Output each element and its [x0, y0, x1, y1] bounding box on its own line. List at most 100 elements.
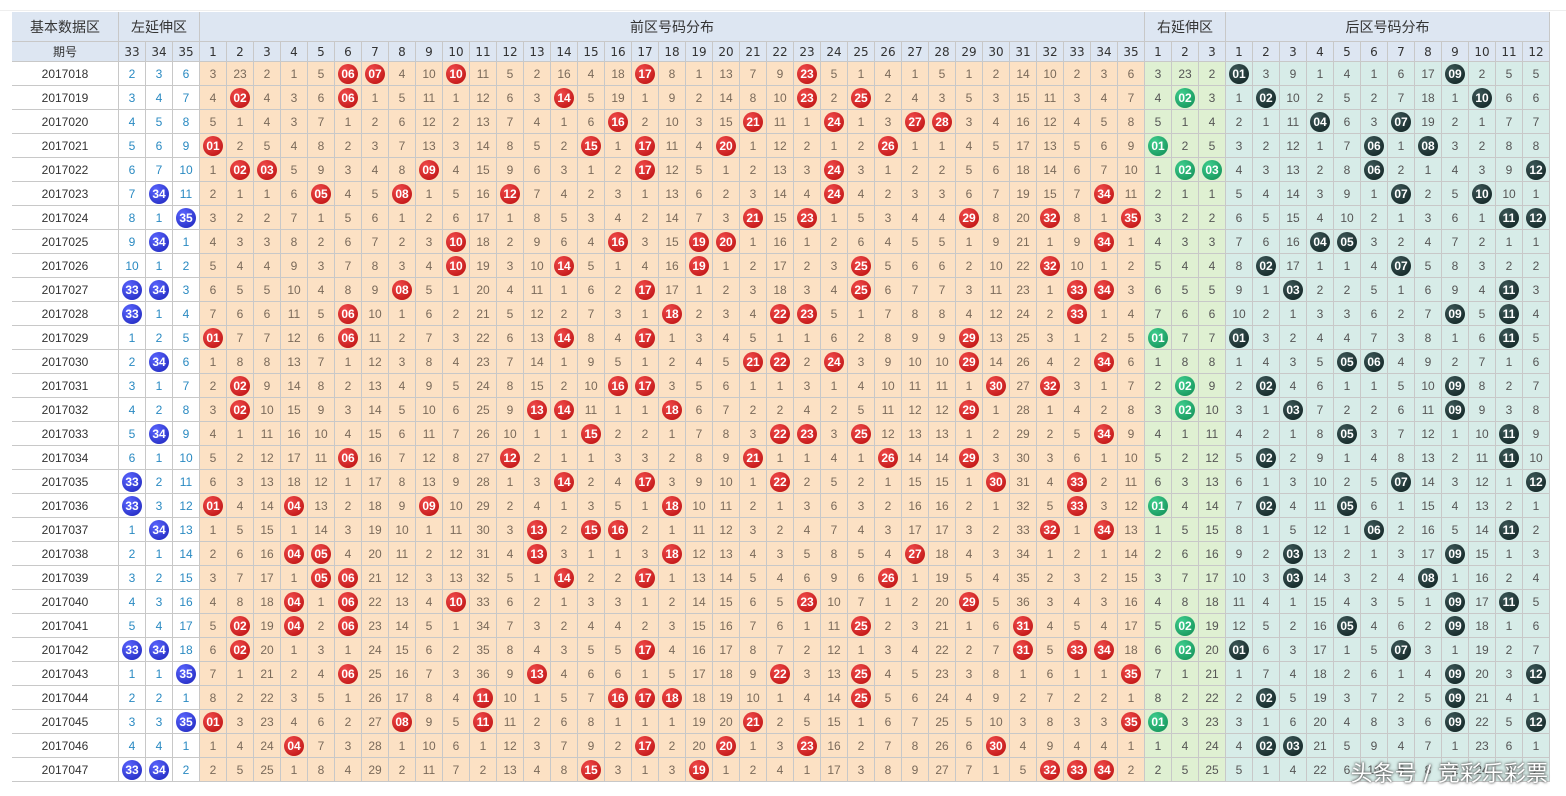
front-hit-cell: 06 [334, 661, 362, 686]
front-miss-cell: 5 [442, 709, 470, 734]
front-miss-cell: 5 [226, 517, 254, 542]
back-miss-cell: 17 [1306, 637, 1334, 662]
draw-row: 2017047 33 34 2 2 5 25 1 8 4 29 2 11 7 2 13 4 8 15 3 1 3 19 1 2 4… [12, 757, 1550, 782]
front-miss-cell: 6 [253, 301, 281, 326]
back-number-ball: 05 [1337, 423, 1357, 444]
left-miss-cell: 16 [172, 589, 200, 614]
front-hit-cell: 25 [847, 613, 875, 638]
back-miss-cell: 7 [1360, 685, 1388, 710]
front-miss-cell: 14 [1009, 61, 1037, 86]
front-hit-cell: 14 [550, 85, 578, 110]
front-miss-cell: 5 [847, 397, 875, 422]
back-miss-cell: 1 [1387, 277, 1415, 302]
front-miss-cell: 9 [766, 61, 794, 86]
front-miss-cell: 16 [928, 493, 956, 518]
front-number-ball: 17 [635, 327, 655, 348]
right-miss-cell: 4 [1171, 493, 1199, 518]
front-number-ball: 32 [1040, 759, 1060, 780]
front-miss-cell: 9 [280, 253, 308, 278]
back-hit-cell: 02 [1252, 373, 1280, 398]
right-number-ball: 01 [1148, 327, 1168, 348]
front-miss-cell: 2 [307, 229, 335, 254]
front-miss-cell: 1 [712, 253, 740, 278]
front-miss-cell: 9 [901, 757, 929, 782]
front-miss-cell: 13 [928, 421, 956, 446]
front-number-ball: 16 [608, 375, 628, 396]
front-miss-cell: 3 [739, 421, 767, 446]
front-number-ball: 22 [770, 471, 790, 492]
front-hit-cell: 06 [334, 85, 362, 110]
front-miss-cell: 1 [982, 493, 1010, 518]
back-number-ball: 09 [1445, 615, 1465, 636]
front-col-18: 18 [658, 41, 686, 62]
front-miss-cell: 5 [550, 205, 578, 230]
front-miss-cell: 1 [199, 349, 227, 374]
right-miss-cell: 7 [1171, 565, 1199, 590]
trend-chart-table: 基本数据区 左延伸区 前区号码分布 右延伸区 后区号码分布 期号 33 34 35 1… [12, 12, 1550, 782]
back-miss-cell: 1 [1252, 757, 1280, 782]
front-miss-cell: 3 [550, 157, 578, 182]
back-number-ball: 07 [1391, 255, 1411, 276]
back-miss-cell: 3 [1306, 181, 1334, 206]
back-miss-cell: 1 [1387, 661, 1415, 686]
front-miss-cell: 8 [253, 349, 281, 374]
front-miss-cell: 8 [982, 661, 1010, 686]
front-miss-cell: 19 [1009, 181, 1037, 206]
front-miss-cell: 7 [1117, 85, 1145, 110]
front-miss-cell: 30 [1009, 445, 1037, 470]
back-number-ball: 11 [1499, 519, 1519, 540]
front-hit-cell: 01 [199, 133, 227, 158]
front-miss-cell: 1 [415, 181, 443, 206]
front-miss-cell: 1 [226, 661, 254, 686]
draw-row: 2017028 33 1 4 7 6 6 11 5 06 10 1 6 2 21 5 12 2 7 3 1 18 2 3 4 22… [12, 301, 1550, 326]
front-miss-cell: 12 [361, 349, 389, 374]
back-miss-cell: 2 [1333, 397, 1361, 422]
front-col-20: 20 [712, 41, 740, 62]
left-miss-cell: 1 [145, 661, 173, 686]
front-miss-cell: 3 [685, 109, 713, 134]
back-hit-cell: 11 [1495, 421, 1523, 446]
front-miss-cell: 3 [793, 373, 821, 398]
front-number-ball: 02 [230, 639, 250, 660]
front-miss-cell: 7 [982, 181, 1010, 206]
front-miss-cell: 4 [820, 445, 848, 470]
back-miss-cell: 5 [1522, 325, 1550, 350]
front-miss-cell: 5 [955, 709, 983, 734]
draw-row: 2017041 5 4 17 5 02 19 04 2 06 23 14 5 1 34 7 3 2 4 4 2 3 15 16… [12, 613, 1550, 638]
front-miss-cell: 1 [361, 85, 389, 110]
front-hit-cell: 34 [1090, 229, 1118, 254]
back-miss-cell: 3 [1414, 205, 1442, 230]
front-miss-cell: 4 [496, 277, 524, 302]
front-miss-cell: 1 [1036, 229, 1064, 254]
back-number-ball: 01 [1229, 327, 1249, 348]
front-miss-cell: 2 [928, 157, 956, 182]
front-miss-cell: 5 [226, 757, 254, 782]
front-miss-cell: 2 [334, 133, 362, 158]
front-miss-cell: 9 [388, 493, 416, 518]
back-miss-cell: 2 [1387, 301, 1415, 326]
front-miss-cell: 17 [766, 253, 794, 278]
front-miss-cell: 6 [1117, 349, 1145, 374]
front-miss-cell: 2 [550, 613, 578, 638]
front-miss-cell: 11 [415, 85, 443, 110]
front-miss-cell: 3 [1090, 493, 1118, 518]
back-miss-cell: 7 [1414, 733, 1442, 758]
back-miss-cell: 12 [1279, 133, 1307, 158]
front-miss-cell: 3 [361, 133, 389, 158]
front-number-ball: 09 [419, 159, 439, 180]
front-miss-cell: 10 [1117, 157, 1145, 182]
back-miss-cell: 1 [1279, 301, 1307, 326]
back-number-ball: 06 [1364, 159, 1384, 180]
back-miss-cell: 6 [1360, 661, 1388, 686]
front-miss-cell: 3 [928, 85, 956, 110]
front-miss-cell: 5 [901, 229, 929, 254]
front-number-ball: 23 [797, 591, 817, 612]
front-miss-cell: 13 [1036, 133, 1064, 158]
front-col-14: 14 [550, 41, 578, 62]
back-miss-cell: 9 [1225, 277, 1253, 302]
front-miss-cell: 4 [199, 589, 227, 614]
front-hit-cell: 15 [577, 517, 605, 542]
front-hit-cell: 16 [604, 373, 632, 398]
front-miss-cell: 2 [226, 685, 254, 710]
front-miss-cell: 2 [577, 181, 605, 206]
